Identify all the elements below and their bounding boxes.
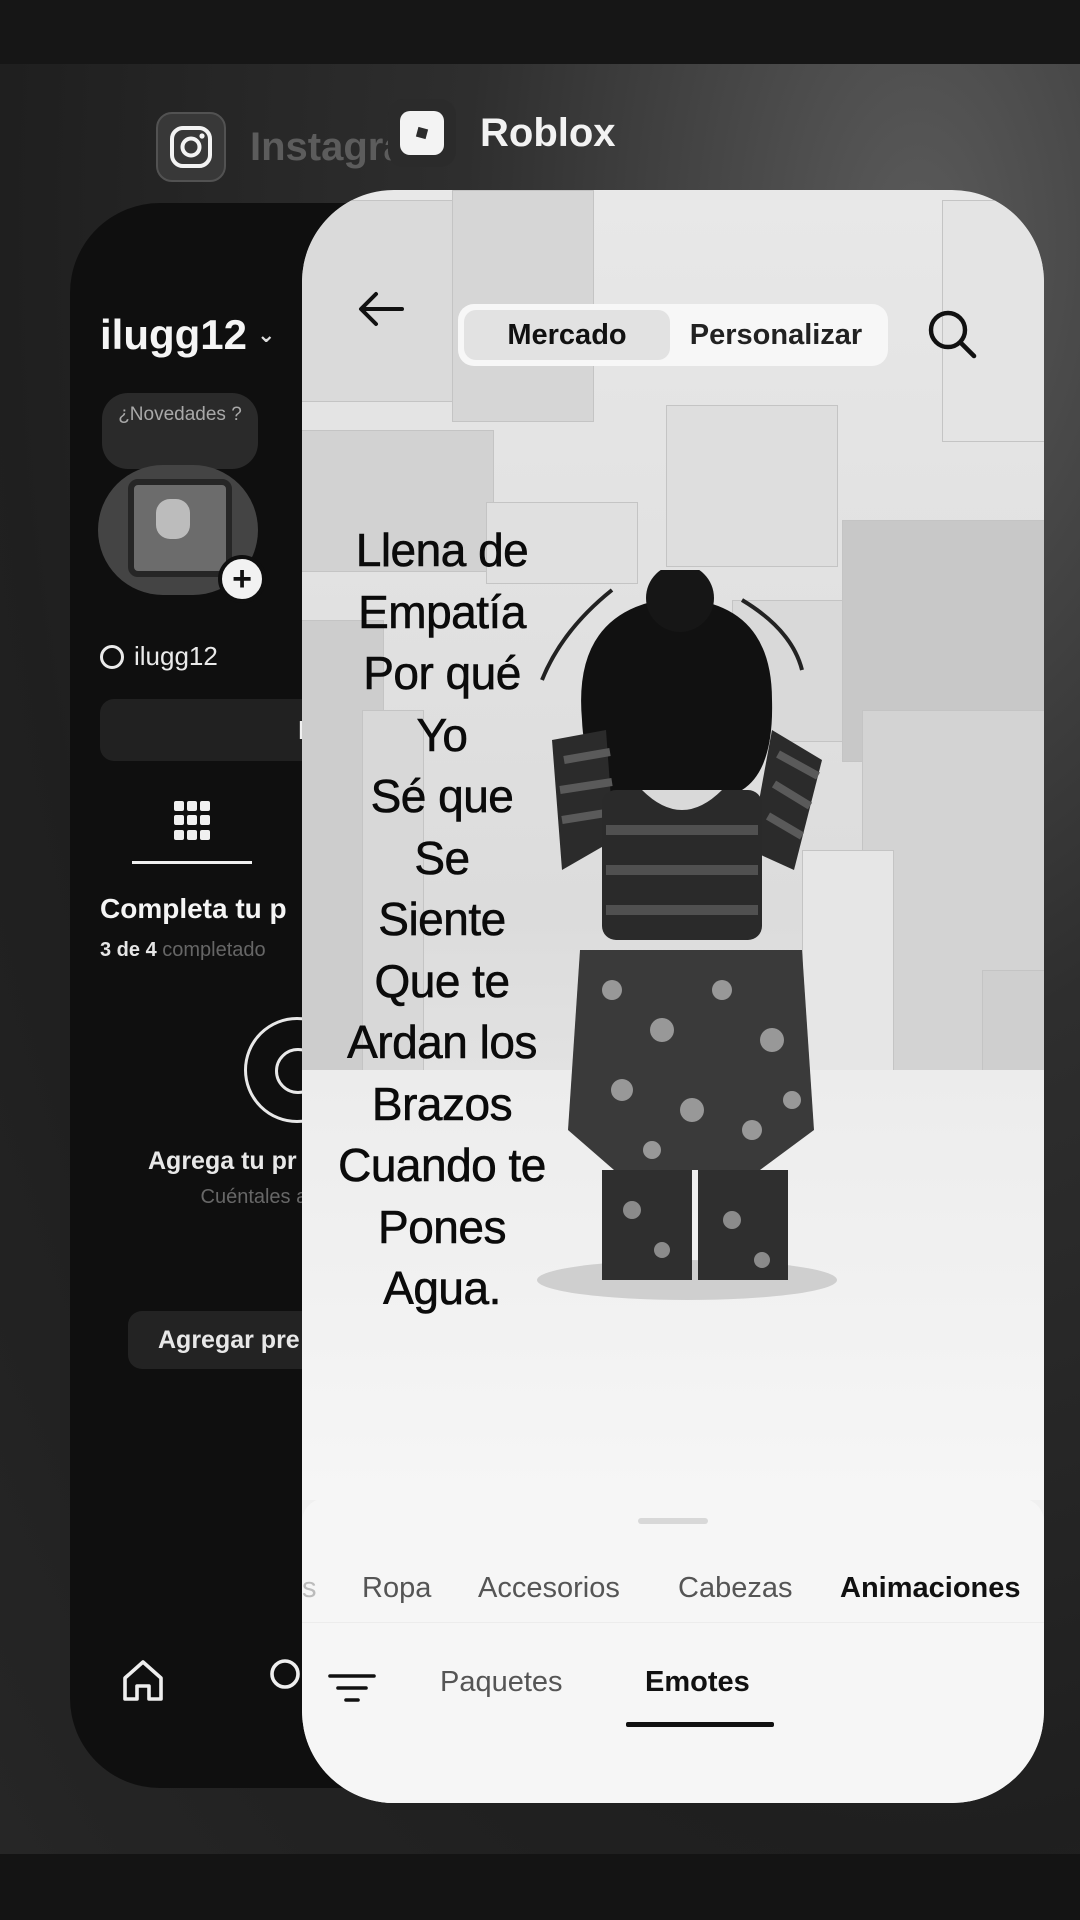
avatar-face (156, 499, 190, 539)
overlay-line: Pones (378, 1200, 507, 1253)
progress-count: 3 de 4 (100, 939, 157, 961)
tab-posts-grid[interactable] (132, 797, 252, 867)
roblox-app-label[interactable]: Roblox (388, 99, 616, 167)
roblox-app-card[interactable]: Llena de Empatía Por qué Yo Sé que Se Si… (302, 190, 1044, 1803)
grid-icon (174, 801, 210, 841)
drag-handle[interactable] (638, 1518, 708, 1524)
chevron-down-icon: ⌄ (257, 322, 276, 347)
divider (302, 1622, 1044, 1623)
overlay-line: Yo (416, 708, 468, 761)
status-bar (0, 0, 1080, 64)
tab-customize[interactable]: Personalizar (670, 310, 882, 360)
video-overlay-text: Llena de Empatía Por qué Yo Sé que Se Si… (322, 520, 562, 1320)
category-clothing[interactable]: Ropa (362, 1572, 431, 1605)
overlay-line: Llena de (355, 524, 529, 577)
arrow-left-icon[interactable] (352, 284, 412, 334)
navigation-bar (0, 1854, 1080, 1920)
avatar-character (537, 570, 837, 1300)
overlay-line: Ardan los (347, 1016, 538, 1069)
filter-icon[interactable] (328, 1668, 376, 1708)
category-partial[interactable]: s (302, 1572, 317, 1605)
overlay-line: Cuando te (338, 1139, 547, 1192)
threads-icon (100, 644, 124, 669)
subtab-emotes[interactable]: Emotes (645, 1666, 750, 1699)
category-accessories[interactable]: Accesorios (478, 1572, 620, 1605)
catalog-sheet[interactable]: s Ropa Accesorios Cabezas Animaciones Pa… (302, 1498, 1044, 1803)
progress-suffix: completado (162, 939, 266, 961)
scene-block (666, 405, 838, 567)
instagram-icon (156, 112, 226, 182)
roblox-app-name: Roblox (480, 110, 616, 155)
threads-link[interactable]: ilugg12 (100, 641, 218, 672)
complete-profile-progress: 3 de 4 completado (100, 939, 266, 962)
profile-username[interactable]: ilugg12 ⌄ (100, 311, 275, 359)
overlay-line: Agua. (383, 1262, 502, 1315)
add-story-icon[interactable]: + (218, 555, 266, 603)
category-heads[interactable]: Cabezas (678, 1572, 792, 1605)
complete-profile-title: Completa tu p (100, 893, 287, 924)
overlay-line: Se (414, 831, 470, 884)
overlay-line: Sé que (370, 770, 514, 823)
subtab-packages[interactable]: Paquetes (440, 1666, 563, 1699)
home-icon[interactable] (120, 1657, 166, 1703)
overlay-line: Por qué (363, 647, 522, 700)
category-animations[interactable]: Animaciones (840, 1572, 1021, 1605)
roblox-icon (388, 99, 456, 167)
tab-market[interactable]: Mercado (464, 310, 670, 360)
add-suggestion-title: Agrega tu pr (148, 1147, 297, 1175)
note-bubble[interactable]: ¿Novedades ? (102, 393, 258, 469)
threads-handle: ilugg12 (134, 641, 218, 671)
market-customize-toggle[interactable]: Mercado Personalizar (458, 304, 888, 366)
overlay-line: Que te (374, 954, 510, 1007)
overlay-line: Empatía (358, 585, 527, 638)
active-subtab-indicator (626, 1722, 774, 1727)
username-text: ilugg12 (100, 311, 248, 358)
overlay-line: Brazos (371, 1077, 513, 1130)
search-icon[interactable] (924, 306, 980, 362)
active-tab-indicator (132, 861, 252, 864)
overlay-line: Siente (378, 893, 507, 946)
